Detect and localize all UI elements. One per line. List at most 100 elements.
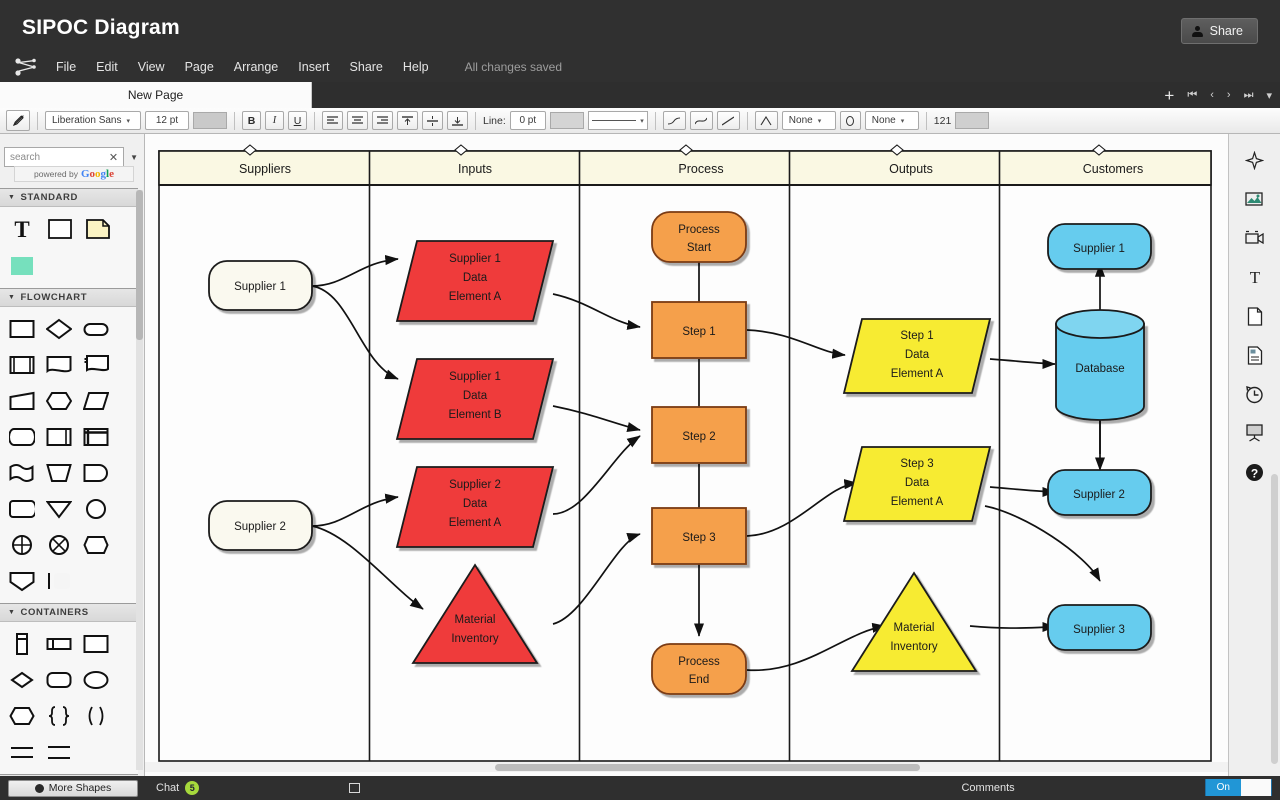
manual-input-shape[interactable] — [8, 387, 35, 414]
node-customer-supplier-3[interactable]: Supplier 3 — [1047, 604, 1152, 651]
font-family-select[interactable]: Liberation Sans ▾ — [45, 111, 141, 130]
valign-bottom-icon[interactable] — [447, 111, 468, 130]
first-page-icon[interactable]: ⏮ — [1187, 89, 1197, 102]
font-color-swatch[interactable] — [193, 112, 227, 129]
menu-item-page[interactable]: Page — [175, 52, 224, 82]
node-step-1[interactable]: Step 1 — [651, 301, 747, 359]
sort-shape[interactable] — [8, 567, 35, 594]
h-divider-shape[interactable] — [8, 738, 35, 765]
last-page-icon[interactable]: ⏭ — [1244, 89, 1254, 102]
process-shape[interactable] — [8, 315, 35, 342]
window-icon[interactable] — [349, 783, 361, 793]
waypoint-icon[interactable] — [662, 111, 686, 130]
search-input[interactable]: search ✕ — [4, 147, 125, 167]
arrow-style-icon[interactable] — [754, 111, 778, 130]
end-arrow-select[interactable]: None ▾ — [864, 111, 919, 130]
sequential-data-shape[interactable] — [8, 459, 35, 486]
underline-button[interactable]: U — [288, 111, 307, 130]
node-supplier-1-data-element-a[interactable]: Supplier 1 Data Element A — [395, 240, 555, 322]
rounded-container-shape[interactable] — [45, 666, 72, 693]
template-icon[interactable] — [1243, 343, 1267, 367]
bold-button[interactable]: B — [242, 111, 261, 130]
font-size-input[interactable]: 12 pt — [145, 111, 189, 130]
node-database[interactable]: Database — [1055, 309, 1145, 421]
menu-item-insert[interactable]: Insert — [288, 52, 339, 82]
text-icon[interactable]: T — [1243, 265, 1267, 289]
document-shape[interactable] — [45, 351, 72, 378]
paren-shape[interactable] — [82, 702, 109, 729]
page-tab-new-page[interactable]: New Page — [0, 82, 312, 108]
extract-shape[interactable] — [82, 531, 109, 558]
fill-color-shape[interactable] — [8, 252, 35, 279]
drawio-logo-icon[interactable] — [12, 52, 46, 82]
curve-icon[interactable] — [689, 111, 713, 130]
direct-data-shape[interactable] — [8, 423, 35, 450]
collate-shape[interactable] — [45, 531, 72, 558]
menu-item-edit[interactable]: Edit — [86, 52, 128, 82]
next-page-icon[interactable]: › — [1227, 89, 1231, 101]
more-shapes-button[interactable]: More Shapes — [8, 779, 138, 797]
ellipse-container-shape[interactable] — [82, 666, 109, 693]
opacity-icon[interactable] — [839, 111, 861, 130]
node-supplier-2[interactable]: Supplier 2 — [208, 500, 313, 551]
prev-page-icon[interactable]: ‹ — [1210, 89, 1214, 101]
delay-shape[interactable] — [82, 459, 109, 486]
canvas-hscrollbar-thumb[interactable] — [495, 764, 920, 771]
straight-icon[interactable] — [716, 111, 740, 130]
comments-toggle[interactable]: On — [1204, 779, 1272, 796]
node-supplier-1-data-element-b[interactable]: Supplier 1 Data Element B — [395, 358, 555, 440]
chevron-down-icon[interactable]: ▼ — [127, 153, 141, 162]
edit-style-icon[interactable] — [6, 110, 30, 131]
curly-brace-shape[interactable] — [45, 702, 72, 729]
summing-junction-shape[interactable] — [8, 531, 35, 558]
valign-middle-icon[interactable] — [422, 111, 443, 130]
line-width-input[interactable]: 0 pt — [509, 111, 546, 130]
hexagon-container-shape[interactable] — [8, 702, 35, 729]
shadow-swatch[interactable] — [955, 112, 990, 129]
camera-icon[interactable] — [1243, 226, 1267, 250]
diagram-canvas[interactable]: Suppliers Inputs Process Outputs Custome… — [145, 134, 1228, 776]
decision-shape[interactable] — [45, 315, 72, 342]
right-rail-scrollbar[interactable] — [1271, 474, 1278, 764]
shape-panel-scrollbar-thumb[interactable] — [136, 190, 143, 340]
align-left-icon[interactable] — [322, 111, 343, 130]
node-step-2[interactable]: Step 2 — [651, 406, 747, 464]
stored-data-shape[interactable] — [45, 423, 72, 450]
v-divider-shape[interactable] — [45, 738, 72, 765]
rect-container-shape[interactable] — [82, 630, 109, 657]
menu-item-arrange[interactable]: Arrange — [224, 52, 288, 82]
image-icon[interactable] — [1243, 187, 1267, 211]
align-center-icon[interactable] — [347, 111, 368, 130]
menu-item-share[interactable]: Share — [340, 52, 393, 82]
multi-document-shape[interactable] — [82, 351, 109, 378]
node-customer-supplier-1[interactable]: Supplier 1 — [1047, 223, 1152, 270]
menu-item-file[interactable]: File — [46, 52, 86, 82]
align-right-icon[interactable] — [372, 111, 393, 130]
section-header-flowchart[interactable]: ▼ FLOWCHART — [0, 288, 138, 307]
chat-button[interactable]: Chat 5 — [156, 781, 200, 795]
plus-icon[interactable]: + — [1164, 87, 1174, 104]
canvas-hscrollbar[interactable] — [145, 762, 1228, 772]
node-process-end[interactable]: Process End — [651, 643, 747, 695]
menu-item-view[interactable]: View — [128, 52, 175, 82]
section-header-standard[interactable]: ▼ STANDARD — [0, 188, 138, 207]
node-step-3-data-element-a[interactable]: Step 3 Data Element A — [842, 446, 992, 522]
start-arrow-select[interactable]: None ▾ — [781, 111, 836, 130]
text-shape[interactable]: T — [8, 215, 35, 242]
node-customer-supplier-2[interactable]: Supplier 2 — [1047, 469, 1152, 516]
menu-item-help[interactable]: Help — [393, 52, 439, 82]
merge-shape[interactable] — [45, 495, 72, 522]
revision-history-icon[interactable] — [1243, 382, 1267, 406]
vertical-container-shape[interactable] — [8, 630, 35, 657]
chevron-down-icon[interactable]: ▾ — [1266, 89, 1272, 102]
x-icon[interactable]: ✕ — [109, 151, 118, 164]
note-shape[interactable] — [84, 215, 111, 242]
help-icon[interactable]: ? — [1243, 460, 1267, 484]
predefined-process-shape[interactable] — [8, 351, 35, 378]
internal-storage-shape[interactable] — [82, 423, 109, 450]
section-header-containers[interactable]: ▼ CONTAINERS — [0, 603, 138, 622]
manual-operation-shape[interactable] — [45, 459, 72, 486]
node-step-3[interactable]: Step 3 — [651, 507, 747, 565]
node-supplier-1[interactable]: Supplier 1 — [208, 260, 313, 311]
horizontal-pool-shape[interactable] — [45, 630, 72, 657]
